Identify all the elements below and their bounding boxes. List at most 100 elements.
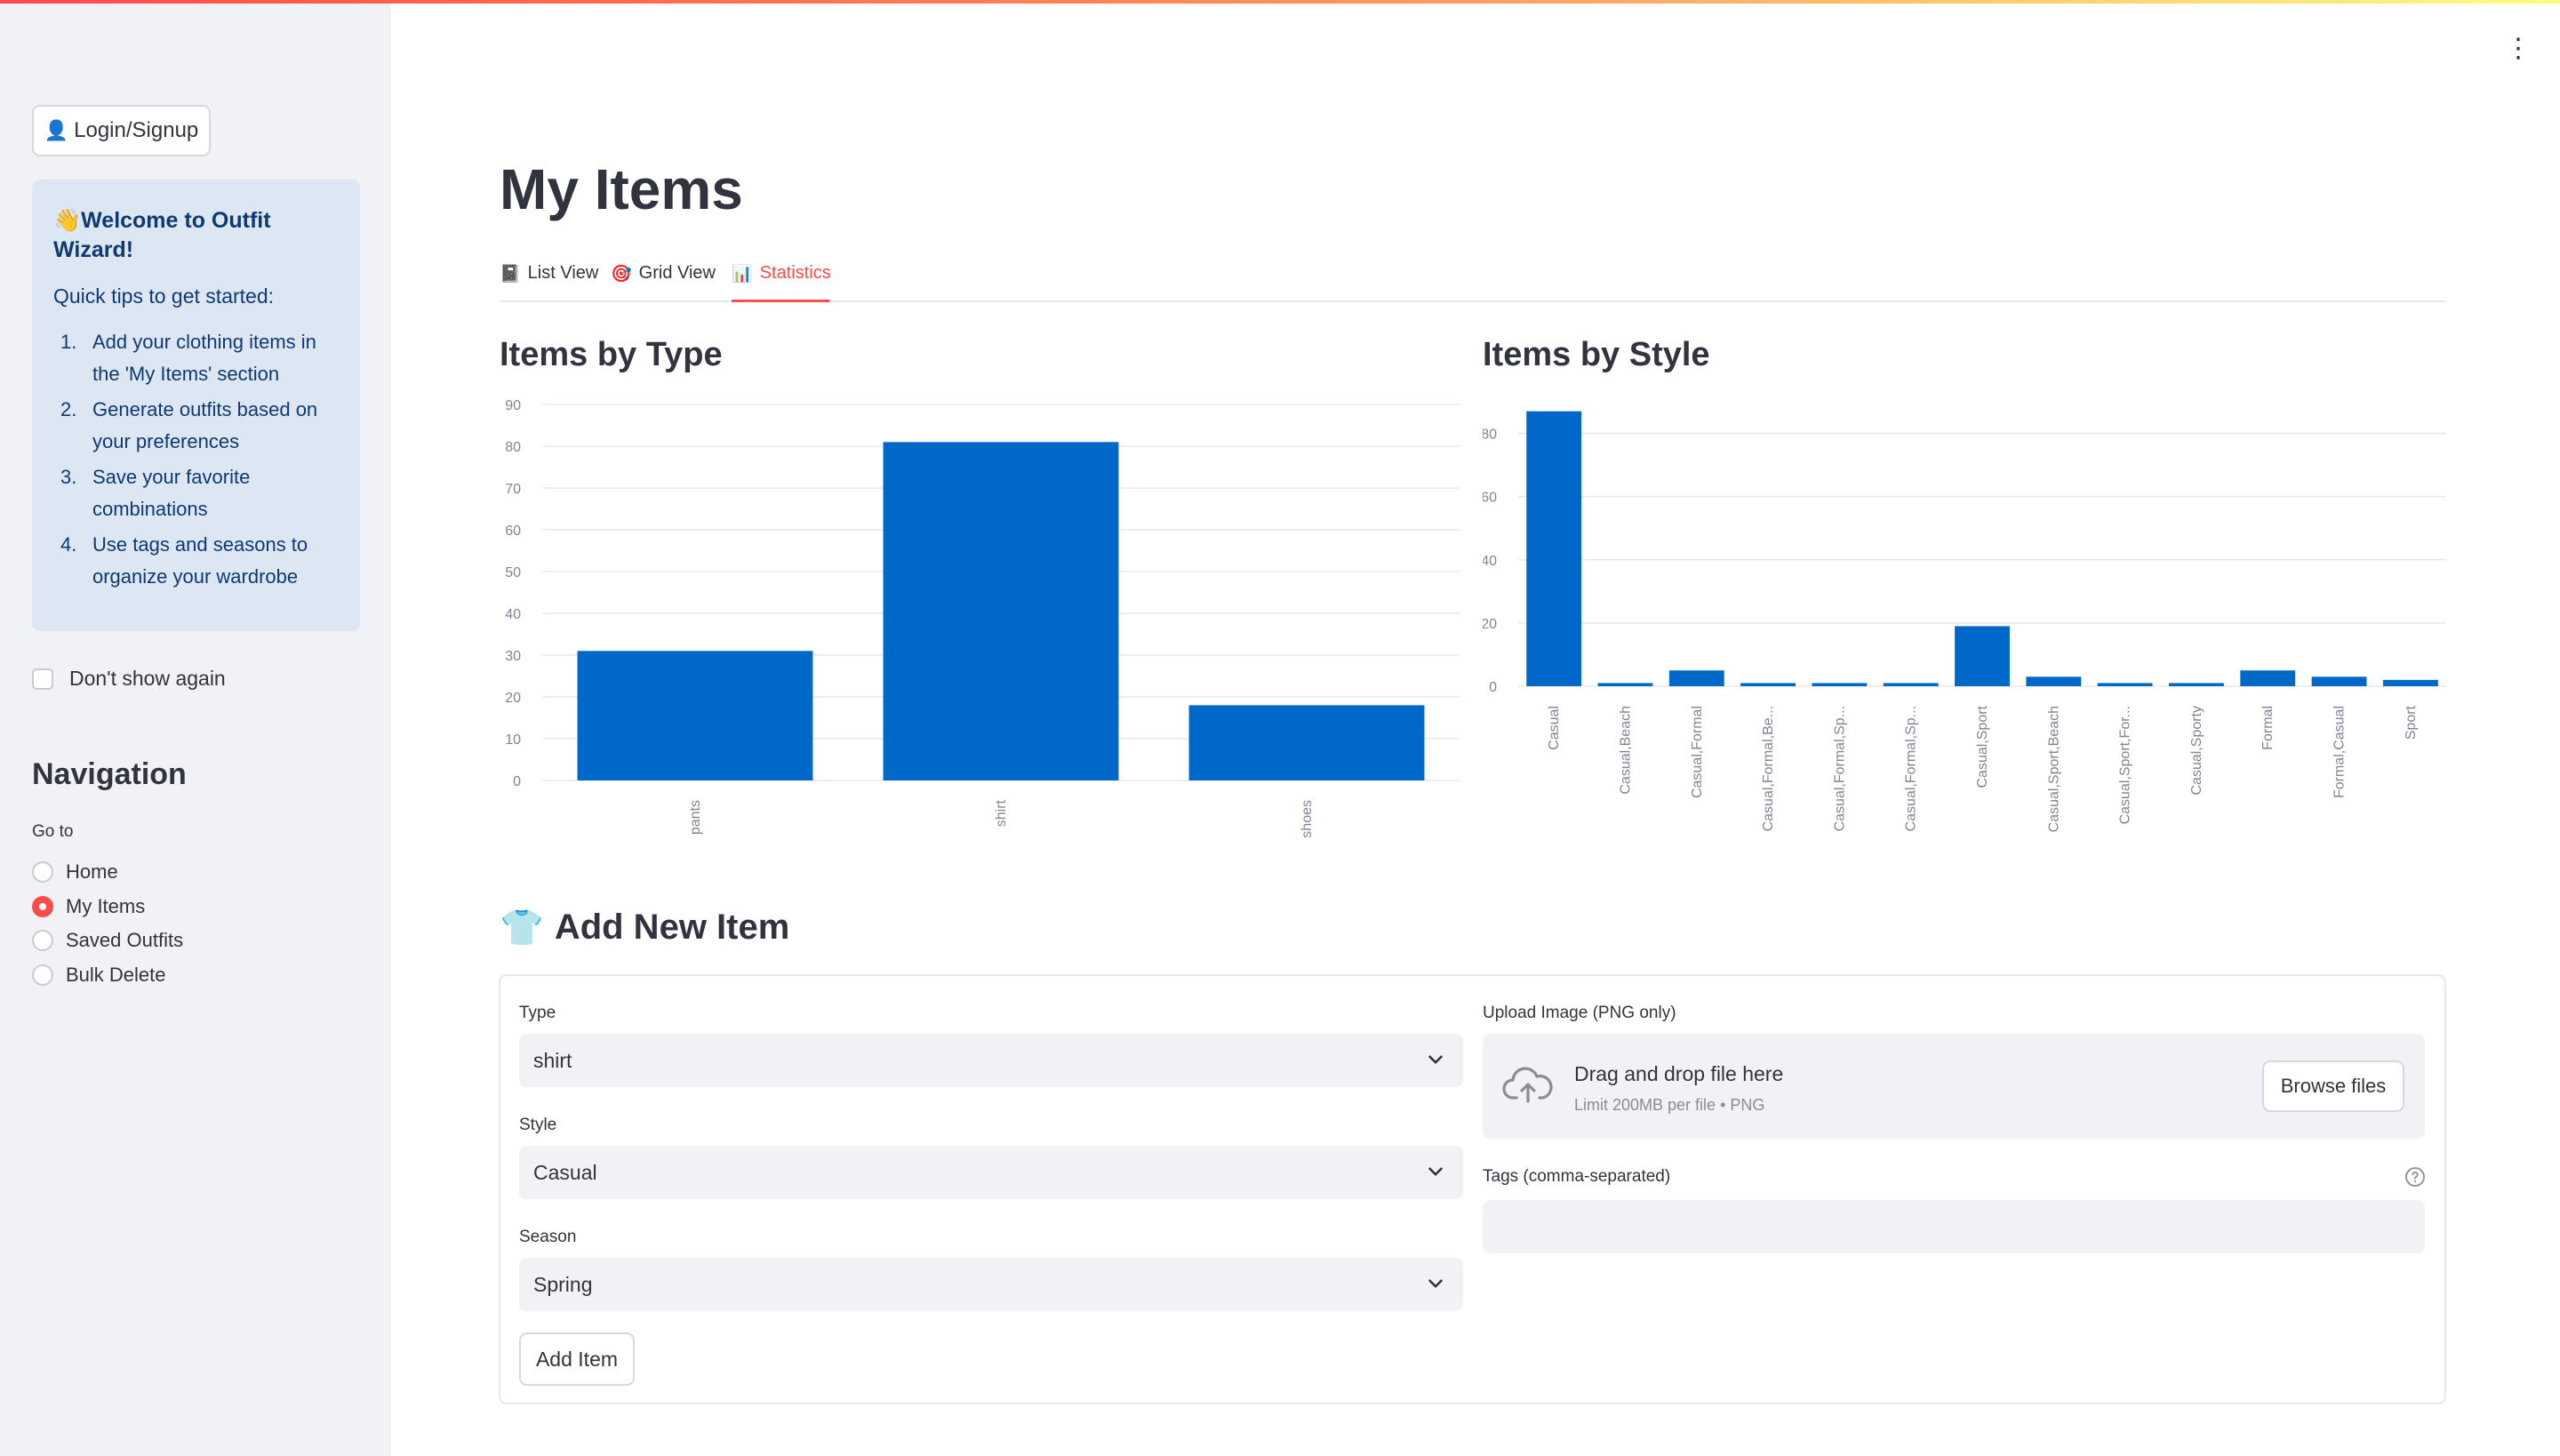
y-tick-label: 70 bbox=[505, 482, 521, 497]
bar bbox=[2240, 670, 2296, 686]
list-item: 2. Generate outfits based on your prefere… bbox=[53, 394, 339, 458]
bar bbox=[1740, 683, 1796, 686]
x-tick-label: Sport bbox=[2404, 705, 2419, 740]
login-signup-button[interactable]: 👤 Login/Signup bbox=[32, 105, 211, 156]
season-select[interactable]: Spring bbox=[519, 1258, 1463, 1311]
checkbox-box[interactable] bbox=[32, 668, 53, 690]
welcome-title: 👋Welcome to Outfit Wizard! bbox=[53, 206, 339, 265]
add-item-button[interactable]: Add Item bbox=[519, 1332, 635, 1386]
list-item: 4. Use tags and seasons to organize your … bbox=[53, 529, 339, 593]
bar bbox=[1526, 411, 1582, 686]
cloud-upload-icon bbox=[1502, 1067, 1553, 1103]
chevron-down-icon bbox=[1428, 1279, 1443, 1288]
tip-text: Add your clothing items in the 'My Items… bbox=[92, 331, 316, 385]
tab-grid-view[interactable]: 🎯 Grid View bbox=[611, 260, 716, 302]
dont-show-again-label: Don't show again bbox=[69, 667, 226, 690]
nav-radio-saved-outfits[interactable]: Saved Outfits bbox=[32, 924, 183, 958]
x-tick-label: Casual bbox=[1547, 706, 1562, 750]
welcome-title-text: Welcome to Outfit Wizard! bbox=[53, 208, 271, 262]
y-tick-label: 80 bbox=[505, 440, 521, 455]
bar bbox=[1955, 626, 2010, 686]
tip-number: 1. bbox=[60, 331, 77, 353]
y-tick-label: 90 bbox=[505, 398, 521, 413]
tips-list: 1. Add your clothing items in the 'My Ite… bbox=[53, 326, 339, 593]
navigation-radio-group: Home My Items Saved Outfits Bulk Delete bbox=[32, 855, 183, 992]
tab-list-view[interactable]: 📓 List View bbox=[500, 260, 598, 302]
navigation-heading: Navigation bbox=[32, 757, 187, 791]
items-by-type-chart: 0 10 20 30 40 50 60 70 80 90 pants shirt shoes bbox=[505, 398, 1460, 838]
radio-button[interactable] bbox=[32, 930, 53, 952]
x-tick-label: Casual,Sport,For... bbox=[2118, 706, 2133, 824]
target-icon: 🎯 bbox=[611, 265, 632, 284]
bar bbox=[1668, 670, 1724, 686]
radio-button-selected[interactable] bbox=[32, 895, 53, 917]
view-tabs: 📓 List View 🎯 Grid View 📊 Statistics bbox=[500, 260, 2446, 302]
tip-number: 2. bbox=[60, 398, 77, 420]
y-tick-label: 10 bbox=[505, 732, 521, 748]
style-select[interactable]: Casual bbox=[519, 1146, 1463, 1199]
goto-label: Go to bbox=[32, 822, 74, 841]
y-tick-label: 20 bbox=[505, 691, 521, 706]
nav-radio-my-items[interactable]: My Items bbox=[32, 890, 183, 924]
chart-title-items-by-type: Items by Type bbox=[500, 336, 723, 373]
add-new-item-heading: 👕 Add New Item bbox=[500, 907, 789, 948]
upload-image-label: Upload Image (PNG only) bbox=[1483, 1004, 1676, 1022]
help-icon[interactable] bbox=[2404, 1166, 2426, 1188]
style-label: Style bbox=[519, 1116, 557, 1134]
nav-radio-bulk-delete[interactable]: Bulk Delete bbox=[32, 958, 183, 993]
welcome-subtitle: Quick tips to get started: bbox=[53, 284, 275, 308]
y-tick-label: 80 bbox=[1483, 428, 1497, 443]
x-tick-label: Casual,Beach bbox=[1618, 706, 1633, 795]
y-tick-label: 60 bbox=[505, 524, 521, 539]
y-tick-label: 0 bbox=[513, 774, 521, 789]
main-menu-kebab-icon[interactable]: ⋮ bbox=[2505, 36, 2532, 62]
tags-label: Tags (comma-separated) bbox=[1483, 1167, 1671, 1186]
tip-text: Generate outfits based on your preferenc… bbox=[92, 398, 318, 452]
chevron-down-icon bbox=[1428, 1055, 1443, 1064]
radio-button[interactable] bbox=[32, 964, 53, 986]
page-title: My Items bbox=[500, 157, 743, 221]
x-tick-label: shirt bbox=[994, 799, 1009, 827]
items-by-style-chart: 0 20 40 60 80 Casual Casual,Beach Casual,Formal… bbox=[1483, 411, 2446, 832]
tip-number: 4. bbox=[60, 533, 77, 556]
type-select[interactable]: shirt bbox=[519, 1034, 1463, 1087]
file-dropzone[interactable]: Drag and drop file here Limit 200MB per … bbox=[1483, 1034, 2425, 1139]
tab-label: Grid View bbox=[638, 263, 716, 283]
y-tick-label: 50 bbox=[505, 565, 521, 580]
dont-show-again-checkbox[interactable]: Don't show again bbox=[32, 667, 226, 691]
x-tick-label: pants bbox=[688, 800, 703, 835]
dropzone-limit: Limit 200MB per file • PNG bbox=[1574, 1096, 1765, 1114]
nav-radio-home[interactable]: Home bbox=[32, 855, 183, 890]
notepad-icon: 📓 bbox=[500, 265, 521, 284]
tab-label: Statistics bbox=[759, 263, 831, 283]
nav-radio-label: Saved Outfits bbox=[66, 929, 184, 952]
bar bbox=[883, 442, 1119, 780]
y-tick-label: 60 bbox=[1483, 491, 1497, 506]
nav-radio-label: Home bbox=[66, 860, 118, 884]
tab-statistics[interactable]: 📊 Statistics bbox=[732, 260, 831, 302]
bar bbox=[1597, 683, 1653, 686]
radio-button[interactable] bbox=[32, 861, 53, 884]
bar bbox=[1188, 705, 1425, 780]
type-label: Type bbox=[519, 1004, 556, 1022]
user-icon: 👤 bbox=[44, 119, 69, 141]
tip-number: 3. bbox=[60, 466, 77, 488]
x-tick-label: Casual,Sport bbox=[1975, 705, 1990, 788]
y-tick-label: 30 bbox=[505, 649, 521, 664]
x-tick-label: Formal bbox=[2260, 706, 2276, 750]
x-tick-label: Casual,Formal bbox=[1690, 706, 1705, 798]
tags-input[interactable] bbox=[1483, 1200, 2425, 1253]
dropzone-instruction: Drag and drop file here bbox=[1574, 1062, 1784, 1085]
top-decoration-bar bbox=[0, 0, 2560, 4]
bar bbox=[2097, 683, 2153, 686]
add-new-item-title: Add New Item bbox=[554, 908, 790, 947]
waving-hand-icon: 👋 bbox=[53, 208, 82, 233]
bar bbox=[2026, 676, 2082, 686]
x-tick-label: shoes bbox=[1300, 800, 1315, 838]
browse-files-button[interactable]: Browse files bbox=[2262, 1060, 2404, 1112]
style-select-value: Casual bbox=[533, 1160, 597, 1184]
bar bbox=[2311, 676, 2367, 686]
bar bbox=[1883, 683, 1939, 686]
welcome-info-box: 👋Welcome to Outfit Wizard! Quick tips to… bbox=[32, 180, 360, 631]
season-select-value: Spring bbox=[533, 1272, 593, 1296]
